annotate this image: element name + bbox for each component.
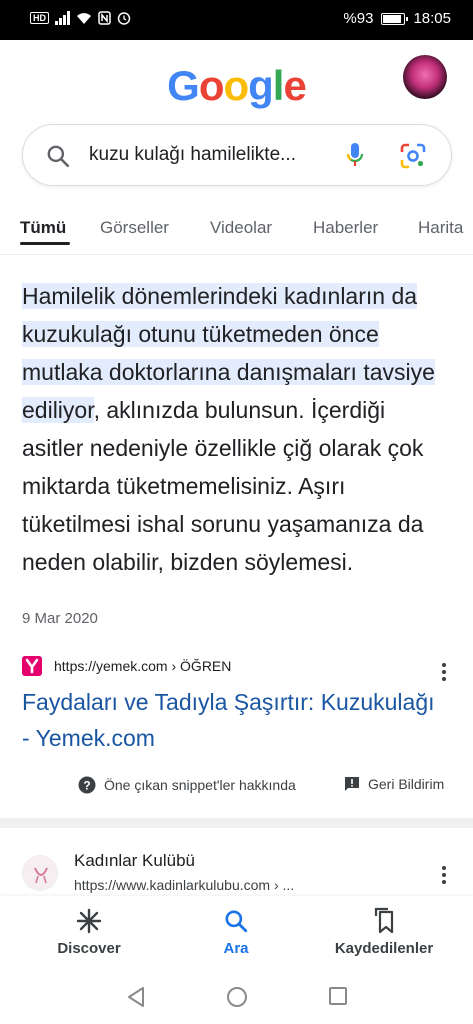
recents-icon[interactable]	[328, 986, 348, 1006]
tab-gorseller[interactable]: Görseller	[100, 218, 169, 238]
help-icon: ?	[78, 776, 96, 794]
kadinlar-kulubu-logo-icon	[34, 867, 48, 884]
result-more-options-icon[interactable]	[442, 866, 446, 887]
kadinlar-kulubu-favicon	[22, 855, 58, 891]
logo-letter: g	[248, 62, 274, 109]
more-options-icon[interactable]	[442, 663, 446, 684]
yemek-logo-icon	[22, 656, 42, 676]
divider	[0, 254, 473, 255]
battery-percent: %93	[343, 10, 374, 27]
feedback-icon	[345, 777, 359, 791]
status-bar: HD %93 18:05	[0, 0, 473, 40]
nav-discover-label: Discover	[57, 940, 121, 957]
active-tab-indicator	[20, 242, 70, 245]
signal-icon	[55, 11, 70, 25]
wifi-icon	[77, 12, 91, 24]
source-url: https://yemek.com › ÖĞREN	[54, 658, 232, 674]
about-snippets-link[interactable]: ? Öne çıkan snippet'ler hakkında	[78, 776, 296, 794]
section-separator	[0, 818, 473, 828]
search-query[interactable]: kuzu kulağı hamilelikte...	[89, 144, 296, 166]
avatar[interactable]	[403, 55, 447, 99]
back-icon[interactable]	[126, 986, 146, 1008]
result-url[interactable]: https://www.kadinlarkulubu.com › ...	[74, 877, 294, 893]
system-navigation-bar	[0, 972, 473, 1024]
clock: 18:05	[413, 10, 451, 27]
hd-badge: HD	[30, 12, 49, 24]
snippet-rest: , aklınızda bulunsun. İçerdiği asitler n…	[22, 397, 424, 575]
bookmarks-icon	[374, 907, 394, 934]
snippet-date: 9 Mar 2020	[22, 610, 98, 627]
google-logo[interactable]: Google	[0, 62, 473, 110]
tab-tumu[interactable]: Tümü	[20, 218, 66, 238]
microphone-icon[interactable]	[345, 141, 365, 171]
nav-search-label: Ara	[223, 940, 249, 957]
alarm-icon	[117, 12, 131, 25]
search-icon	[225, 910, 248, 933]
nav-discover[interactable]: Discover	[19, 906, 159, 957]
source-title-link[interactable]: Faydaları ve Tadıyla Şaşırtır: Kuzukulağ…	[22, 684, 442, 756]
result-site-name[interactable]: Kadınlar Kulübü	[74, 851, 195, 871]
battery-icon	[381, 12, 409, 25]
nav-saved[interactable]: Kaydedilenler	[314, 906, 454, 957]
snippet-source[interactable]: https://yemek.com › ÖĞREN	[22, 656, 231, 676]
nav-search[interactable]: Ara	[166, 906, 306, 957]
logo-letter: l	[272, 62, 285, 109]
logo-letter: G	[167, 62, 200, 109]
home-icon[interactable]	[226, 986, 248, 1008]
search-icon	[47, 145, 70, 168]
tab-videolar[interactable]: Videolar	[210, 218, 272, 238]
feedback-label: Geri Bildirim	[368, 776, 445, 792]
logo-letter: o	[223, 62, 249, 109]
nav-saved-label: Kaydedilenler	[334, 940, 434, 957]
about-snippets-label: Öne çıkan snippet'ler hakkında	[104, 777, 296, 793]
feedback-link[interactable]: Geri Bildirim	[344, 776, 444, 792]
search-box[interactable]: kuzu kulağı hamilelikte...	[22, 124, 452, 186]
snippet-footer: ? Öne çıkan snippet'ler hakkında Geri Bi…	[0, 770, 473, 800]
featured-snippet-text: Hamilelik dönemlerindeki kadınların da k…	[22, 277, 452, 581]
search-tabs: Tümü Görseller Videolar Haberler Harita	[0, 214, 473, 250]
svg-text:?: ?	[83, 779, 90, 793]
asterisk-icon	[76, 908, 102, 934]
logo-letter: o	[198, 62, 225, 109]
tab-harita[interactable]: Harita	[418, 218, 463, 238]
tab-haberler[interactable]: Haberler	[313, 218, 378, 238]
google-lens-icon[interactable]	[399, 142, 427, 170]
bottom-navigation: Discover Ara Kaydedilenler	[0, 896, 473, 972]
logo-letter: e	[283, 62, 306, 109]
nfc-icon	[98, 11, 111, 25]
